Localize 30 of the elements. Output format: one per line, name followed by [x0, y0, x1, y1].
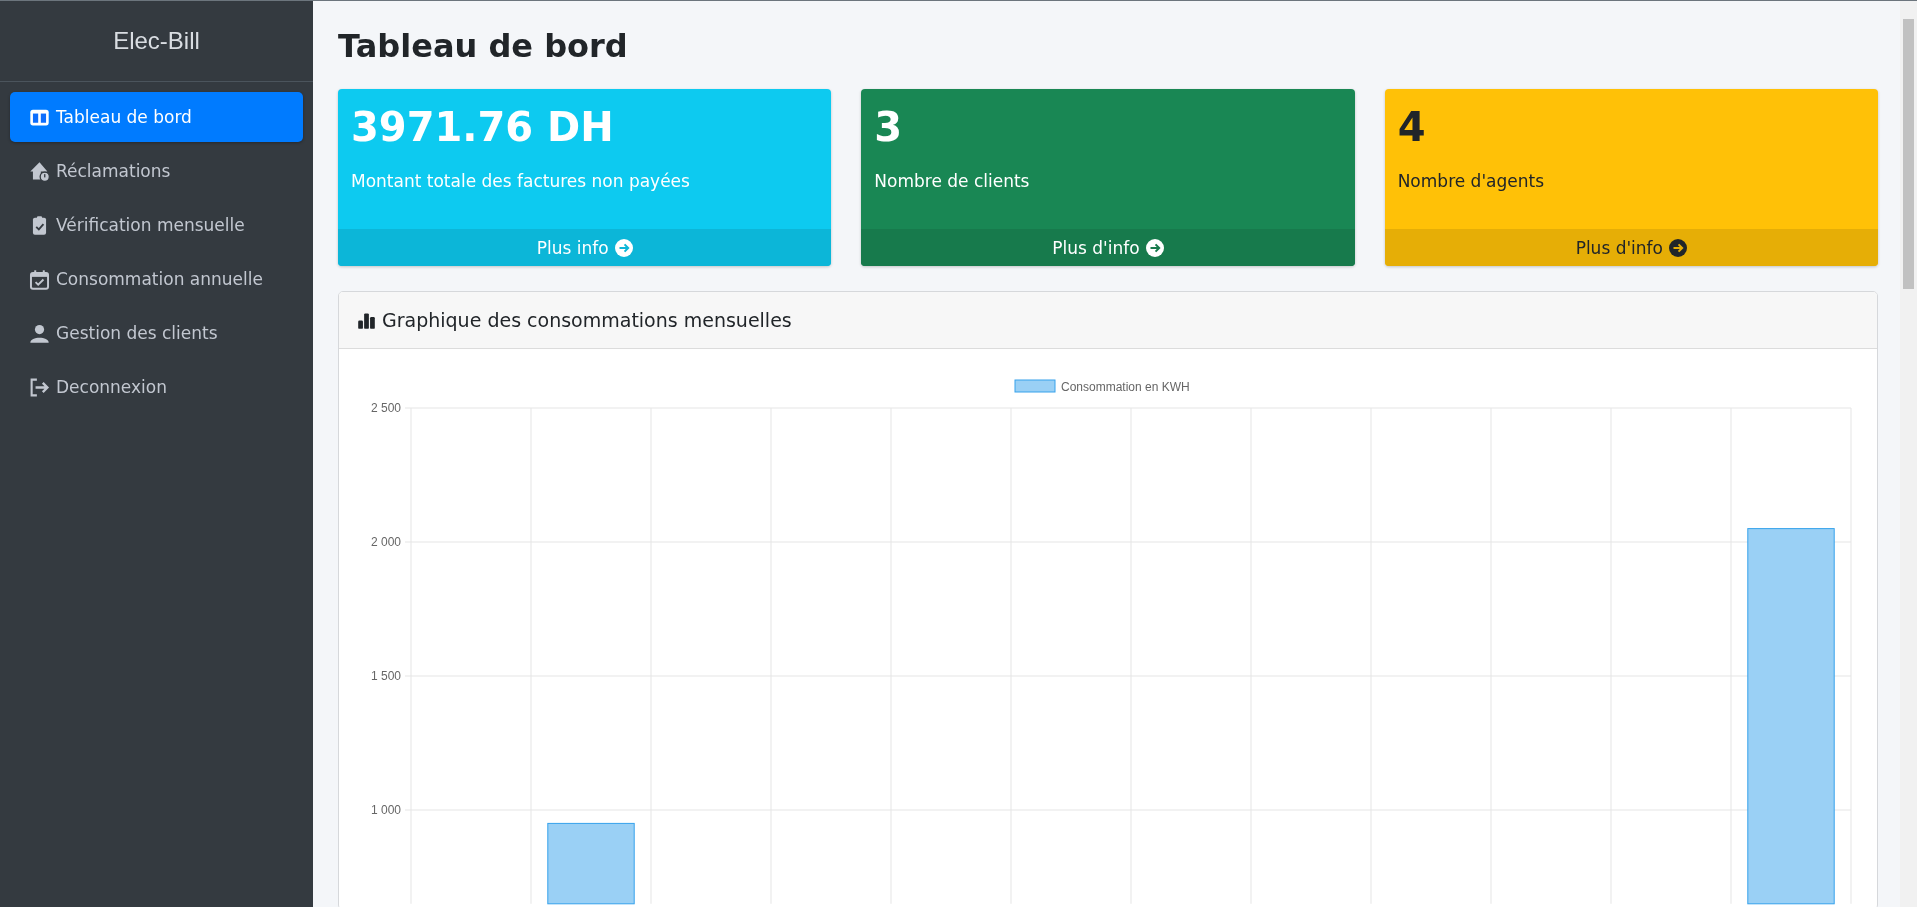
sidebar-item[interactable]: Vérification mensuelle: [10, 200, 303, 250]
stat-label: Montant totale des factures non payées: [351, 171, 691, 191]
stat-value: 3: [874, 103, 904, 151]
house-alert-icon: [29, 160, 50, 182]
chart-title: Graphique des consommations mensuelles: [382, 309, 792, 331]
logout-icon: [29, 376, 50, 398]
stat-value: 4: [1397, 103, 1427, 151]
sidebar-item[interactable]: Tableau de bord: [10, 92, 303, 142]
legend-label: Consommation en KWH: [1061, 380, 1190, 394]
stat-label: Nombre d'agents: [1397, 171, 1546, 191]
page-title: Tableau de bord: [338, 27, 629, 65]
arrow-right-icon: [614, 238, 633, 257]
arrow-right-icon: [1669, 238, 1687, 257]
more-info-link[interactable]: Plus d'info: [1384, 229, 1878, 266]
scrollbar[interactable]: [1900, 1, 1917, 907]
y-tick-label: 2 500: [370, 401, 401, 415]
y-tick-label: 1 500: [370, 669, 401, 683]
sidebar-item[interactable]: Consommation annuelle: [10, 254, 303, 304]
y-tick-label: 2 000: [370, 535, 401, 549]
bar-chart-icon: [357, 310, 376, 330]
arrow-right-icon: [1145, 238, 1164, 257]
y-tick-label: 1 000: [370, 803, 401, 817]
calendar-check-icon: [29, 268, 50, 290]
stat-value: 3971.76 DH: [351, 103, 615, 151]
stat-label: Nombre de clients: [874, 171, 1031, 191]
more-info-link[interactable]: Plus d'info: [861, 229, 1355, 266]
sidebar-item[interactable]: Gestion des clients: [10, 308, 303, 358]
sidebar-item[interactable]: Deconnexion: [10, 362, 303, 412]
user-icon: [29, 322, 50, 344]
sidebar-item[interactable]: Réclamations: [10, 146, 303, 196]
